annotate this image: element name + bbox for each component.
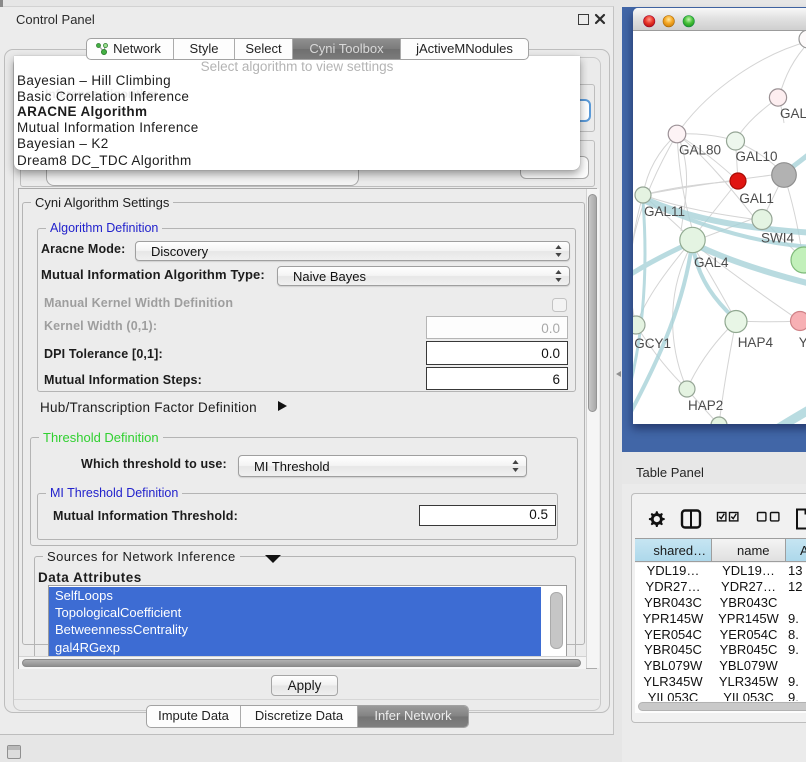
svg-text:YJ: YJ	[799, 335, 806, 350]
svg-text:GCY1: GCY1	[634, 336, 671, 351]
svg-text:SWI4: SWI4	[761, 231, 794, 246]
svg-text:HAP2: HAP2	[688, 398, 723, 413]
svg-text:GAL11: GAL11	[644, 204, 685, 219]
svg-text:GAL10: GAL10	[736, 149, 778, 164]
svg-text:GAL2: GAL2	[780, 106, 806, 121]
svg-text:GAL80: GAL80	[679, 143, 721, 158]
svg-text:GAL1: GAL1	[739, 191, 774, 206]
svg-text:HAP4: HAP4	[738, 335, 774, 350]
svg-text:GAL4: GAL4	[694, 255, 729, 270]
